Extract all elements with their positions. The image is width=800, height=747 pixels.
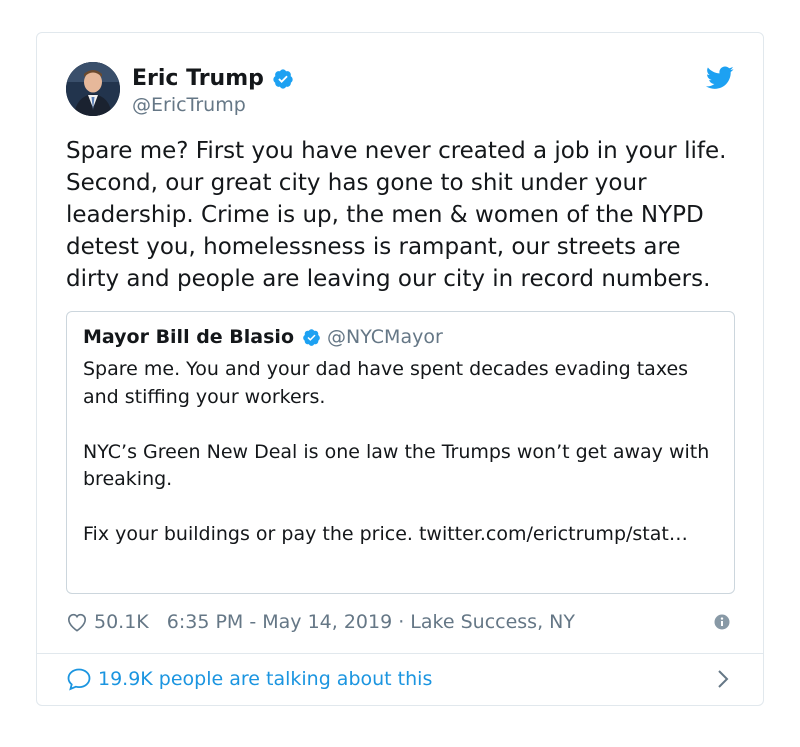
- quoted-author-display-name: Mayor Bill de Blasio: [83, 326, 294, 348]
- quoted-tweet-header: Mayor Bill de Blasio @NYCMayor: [83, 325, 443, 349]
- tweet-header: Eric Trump @EricTrump: [66, 62, 734, 118]
- tweet-timestamp[interactable]: 6:35 PM - May 14, 2019 · Lake Success, N…: [167, 611, 575, 633]
- conversation-link[interactable]: 19.9K people are talking about this: [66, 665, 734, 693]
- quoted-verified-badge: [302, 328, 321, 347]
- divider: [37, 653, 763, 654]
- quoted-paragraph: Spare me. You and your dad have spent de…: [83, 358, 689, 408]
- tweet-meta: 50.1K 6:35 PM - May 14, 2019 · Lake Succ…: [66, 609, 734, 635]
- quoted-paragraph: NYC’s Green New Deal is one law the Trum…: [83, 440, 710, 491]
- heart-outline-icon: [67, 613, 87, 632]
- verified-badge-icon: [273, 69, 293, 89]
- verified-badge-icon: [303, 328, 320, 346]
- like-count: 50.1K: [94, 611, 149, 633]
- author-names: Eric Trump @EricTrump: [132, 66, 294, 117]
- author-handle[interactable]: @EricTrump: [132, 93, 294, 117]
- conversation-label: 19.9K people are talking about this: [98, 668, 433, 690]
- embedded-tweet-card[interactable]: Eric Trump @EricTrump Spare me? First yo…: [36, 32, 764, 706]
- quoted-author-handle: @NYCMayor: [327, 326, 443, 348]
- quoted-tweet-text: Spare me. You and your dad have spent de…: [83, 356, 723, 549]
- author-display-name-link[interactable]: Eric Trump: [132, 66, 294, 92]
- avatar[interactable]: [66, 62, 120, 116]
- speech-bubble-icon: [67, 668, 91, 691]
- avatar-image: [66, 62, 120, 116]
- like-button[interactable]: 50.1K: [66, 611, 149, 633]
- twitter-bird-icon[interactable]: [706, 66, 734, 90]
- chevron-right-icon: [718, 670, 729, 688]
- author-display-name: Eric Trump: [132, 66, 264, 91]
- quoted-paragraph: Fix your buildings or pay the price. twi…: [83, 523, 688, 545]
- quoted-tweet[interactable]: Mayor Bill de Blasio @NYCMayor Spare me.…: [66, 311, 735, 594]
- info-circle-icon[interactable]: [714, 614, 730, 630]
- tweet-text: Spare me? First you have never created a…: [66, 138, 727, 292]
